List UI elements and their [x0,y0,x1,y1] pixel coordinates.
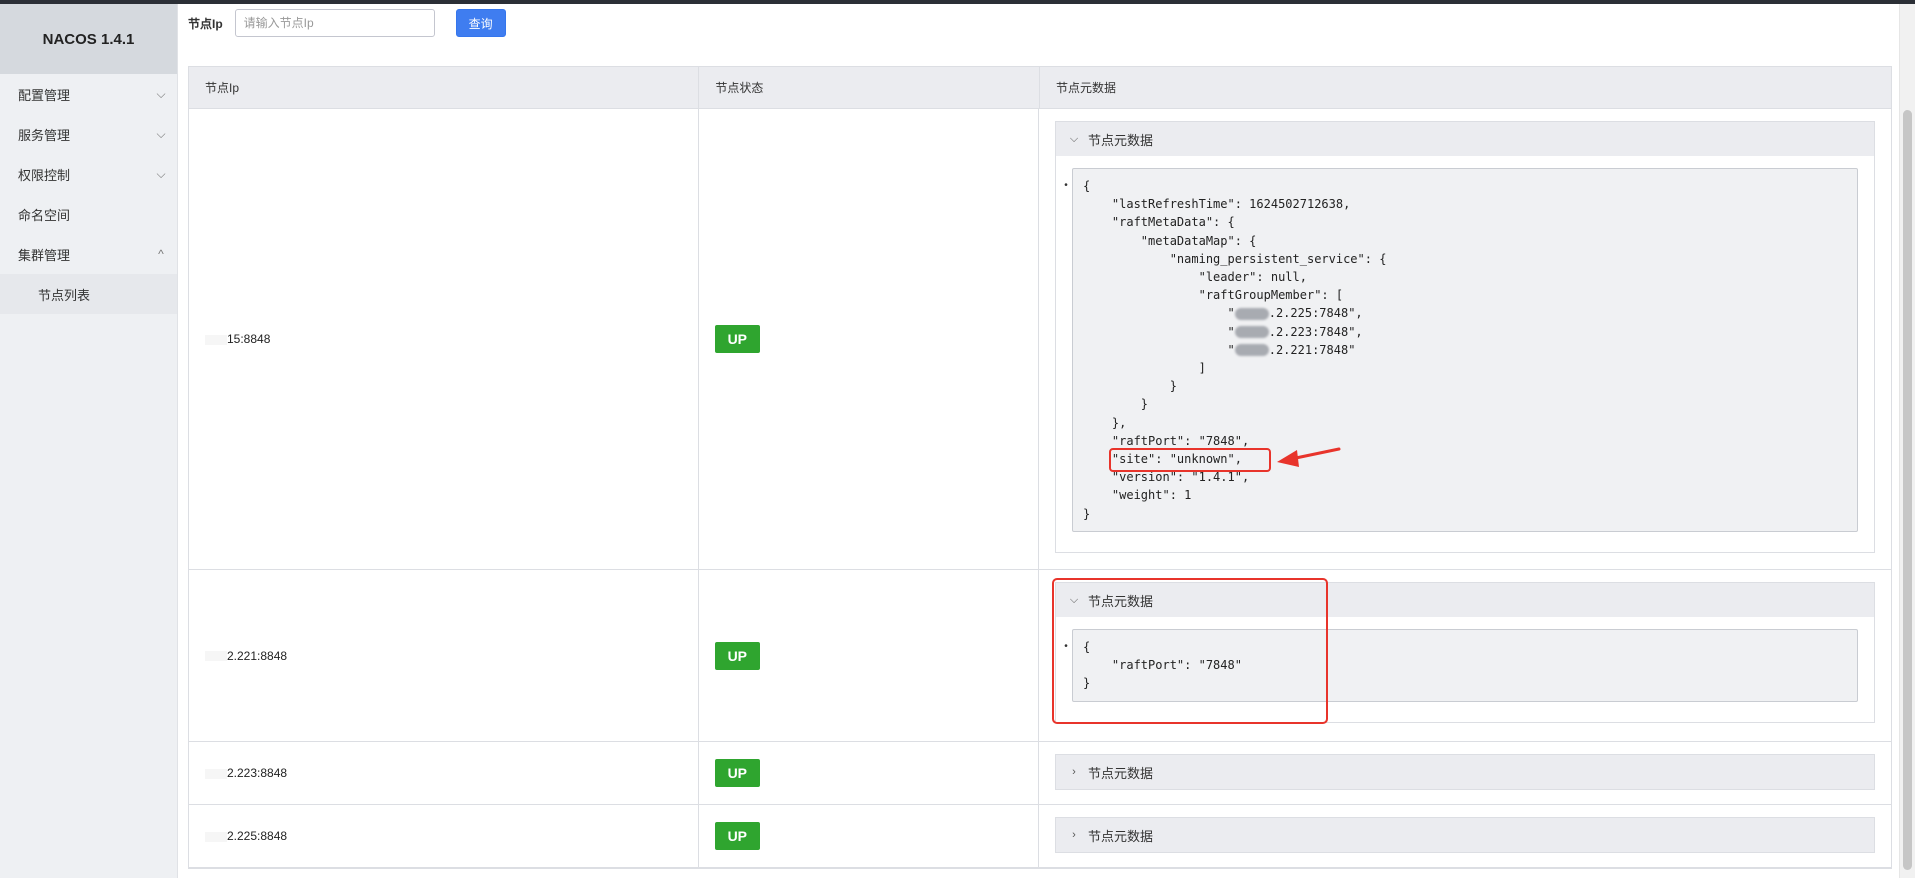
sidebar-item-config[interactable]: 配置管理 ⌵ [0,74,177,114]
node-ip: 2.223:8848 [205,766,287,780]
sidebar-item-label: 命名空间 [18,207,71,223]
sidebar-menu: 配置管理 ⌵ 服务管理 ⌵ 权限控制 ⌵ 命名空间 集群管理 ^ 节点列表 [0,74,177,314]
node-ip-cell: 2.225:8848 [189,805,699,867]
node-ip: 15:8848 [205,332,270,346]
main-content: 节点Ip 查询 节点Ip 节点状态 节点元数据 15:8848 UP ⌵ 节点元… [178,4,1915,878]
chevron-right-icon: › [1072,766,1076,778]
chevron-down-icon: ⌵ [1069,132,1079,145]
node-ip-cell: 2.223:8848 [189,742,699,804]
node-state-cell: UP [699,742,1039,804]
annotation-arrow-icon [1277,447,1341,467]
column-header-meta: 节点元数据 [1056,81,1117,95]
chevron-right-icon: › [1072,829,1076,841]
node-state-cell: UP [699,570,1039,741]
sidebar-item-cluster[interactable]: 集群管理 ^ [0,234,177,274]
node-ip-cell: 2.221:8848 [189,570,699,741]
annotation-highlight-metadata [1052,578,1328,724]
node-meta-cell: ⌵ 节点元数据 • { "lastRefreshTime": 162450271… [1039,109,1891,569]
node-meta-cell: › 节点元数据 [1039,805,1891,867]
redacted-mask [1234,307,1269,320]
node-ip: 2.225:8848 [205,829,287,843]
search-input[interactable] [234,9,435,37]
search-bar: 节点Ip 查询 [188,8,506,38]
metadata-collapse: › 节点元数据 [1055,754,1875,790]
node-state-cell: UP [699,109,1039,569]
sidebar-subitem-node-list[interactable]: 节点列表 [0,274,177,314]
sidebar-item-label: 权限控制 [18,167,71,183]
metadata-json: { "lastRefreshTime": 1624502712638, "raf… [1072,168,1858,532]
redacted-mask [205,831,227,842]
node-ip: 2.221:8848 [205,649,287,663]
table-row: 2.223:8848 UP › 节点元数据 [189,742,1891,805]
sidebar-item-auth[interactable]: 权限控制 ⌵ [0,154,177,194]
metadata-title: 节点元数据 [1088,765,1154,781]
metadata-collapse-header[interactable]: › 节点元数据 [1056,818,1874,852]
sidebar-item-label: 集群管理 [18,247,71,263]
bullet-icon: • [1064,180,1068,191]
column-header-state: 节点状态 [699,67,1041,108]
sidebar-item-label: 节点列表 [38,287,91,303]
redacted-mask [205,768,227,779]
table-row: 15:8848 UP ⌵ 节点元数据 • { "lastRefreshTime"… [189,109,1891,570]
table-row: 2.221:8848 UP ⌵ 节点元数据 • { "raftPort": "7… [189,570,1891,742]
sidebar-item-label: 配置管理 [18,87,71,103]
redacted-mask [1234,326,1269,339]
chevron-down-icon: ⌵ [156,166,166,181]
scrollbar-thumb[interactable] [1903,110,1912,870]
status-badge: UP [714,822,760,850]
chevron-down-icon: ⌵ [156,86,166,101]
sidebar: NACOS 1.4.1 配置管理 ⌵ 服务管理 ⌵ 权限控制 ⌵ 命名空间 集群… [0,4,178,878]
page-scrollbar[interactable] [1899,4,1915,878]
status-badge: UP [714,641,760,670]
node-table: 节点Ip 节点状态 节点元数据 15:8848 UP ⌵ 节点元数据 • {"… [188,66,1892,869]
chevron-down-icon: ⌵ [156,126,166,141]
chevron-up-icon: ^ [158,247,164,261]
node-meta-cell: › 节点元数据 [1039,742,1891,804]
metadata-collapse: › 节点元数据 [1055,817,1875,853]
node-ip-cell: 15:8848 [189,109,699,569]
metadata-body: • { "lastRefreshTime": 1624502712638, "r… [1056,156,1874,552]
node-state-cell: UP [699,805,1039,867]
query-button[interactable]: 查询 [455,9,506,37]
sidebar-item-service[interactable]: 服务管理 ⌵ [0,114,177,154]
metadata-title: 节点元数据 [1088,828,1154,844]
status-badge: UP [714,759,760,787]
metadata-collapse-header[interactable]: › 节点元数据 [1056,755,1874,789]
search-label: 节点Ip [188,16,223,31]
sidebar-item-label: 服务管理 [18,127,71,143]
redacted-mask [1234,344,1269,357]
metadata-title: 节点元数据 [1088,132,1154,148]
brand-logo: NACOS 1.4.1 [0,4,177,74]
metadata-collapse-header[interactable]: ⌵ 节点元数据 [1056,122,1874,156]
annotation-highlight-site [1109,448,1271,472]
sidebar-item-namespace[interactable]: 命名空间 [0,194,177,234]
table-header: 节点Ip 节点状态 节点元数据 [189,67,1891,109]
metadata-collapse: ⌵ 节点元数据 • { "lastRefreshTime": 162450271… [1055,121,1875,553]
redacted-mask [205,651,227,662]
status-badge: UP [714,325,760,353]
table-row: 2.225:8848 UP › 节点元数据 [189,805,1891,868]
column-header-ip: 节点Ip [189,67,700,108]
redacted-mask [205,334,227,345]
